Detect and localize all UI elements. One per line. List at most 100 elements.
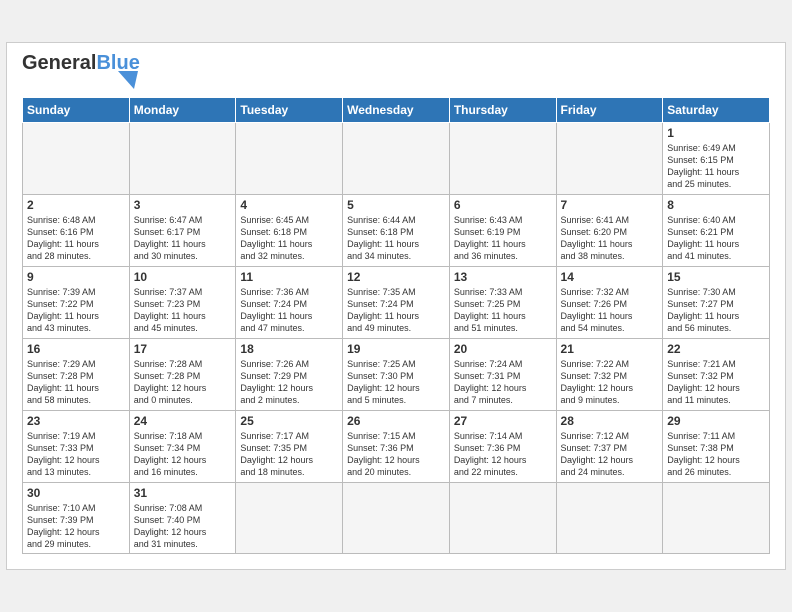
calendar-header-saturday: Saturday: [663, 97, 770, 122]
day-info: Sunrise: 7:36 AM Sunset: 7:24 PM Dayligh…: [240, 286, 338, 335]
day-info: Sunrise: 7:28 AM Sunset: 7:28 PM Dayligh…: [134, 358, 232, 407]
calendar-cell: 30Sunrise: 7:10 AM Sunset: 7:39 PM Dayli…: [23, 482, 130, 554]
day-info: Sunrise: 7:26 AM Sunset: 7:29 PM Dayligh…: [240, 358, 338, 407]
day-info: Sunrise: 6:45 AM Sunset: 6:18 PM Dayligh…: [240, 214, 338, 263]
calendar-cell: 5 Sunrise: 6:44 AM Sunset: 6:18 PM Daylig…: [343, 194, 450, 266]
day-number: 18: [240, 342, 338, 356]
logo-triangle: [118, 71, 138, 89]
day-number: 2: [27, 198, 125, 212]
calendar-cell: 22Sunrise: 7:21 AM Sunset: 7:32 PM Dayli…: [663, 338, 770, 410]
day-number: 6: [454, 198, 552, 212]
day-info: Sunrise: 7:37 AM Sunset: 7:23 PM Dayligh…: [134, 286, 232, 335]
calendar-cell: [556, 122, 663, 194]
calendar-cell: 2 Sunrise: 6:48 AM Sunset: 6:16 PM Daylig…: [23, 194, 130, 266]
day-info: Sunrise: 7:10 AM Sunset: 7:39 PM Dayligh…: [27, 502, 125, 551]
calendar-header-friday: Friday: [556, 97, 663, 122]
day-number: 15: [667, 270, 765, 284]
calendar-cell: 11 Sunrise: 7:36 AM Sunset: 7:24 PM Dayli…: [236, 266, 343, 338]
calendar-cell: [449, 122, 556, 194]
calendar-header-row: SundayMondayTuesdayWednesdayThursdayFrid…: [23, 97, 770, 122]
calendar-header-thursday: Thursday: [449, 97, 556, 122]
calendar-cell: [343, 482, 450, 554]
calendar-cell: [129, 122, 236, 194]
page: General Blue SundayMondayTuesdayWednesda…: [6, 42, 786, 571]
day-number: 9: [27, 270, 125, 284]
calendar-cell: 10 Sunrise: 7:37 AM Sunset: 7:23 PM Dayli…: [129, 266, 236, 338]
day-number: 24: [134, 414, 232, 428]
day-number: 5: [347, 198, 445, 212]
calendar-cell: 18 Sunrise: 7:26 AM Sunset: 7:29 PM Dayli…: [236, 338, 343, 410]
day-number: 26: [347, 414, 445, 428]
day-number: 25: [240, 414, 338, 428]
day-info: Sunrise: 6:44 AM Sunset: 6:18 PM Dayligh…: [347, 214, 445, 263]
day-info: Sunrise: 7:22 AM Sunset: 7:32 PM Dayligh…: [561, 358, 659, 407]
logo-text: General: [22, 53, 96, 73]
calendar-cell: 19Sunrise: 7:25 AM Sunset: 7:30 PM Dayli…: [343, 338, 450, 410]
calendar-week-row: 9 Sunrise: 7:39 AM Sunset: 7:22 PM Daylig…: [23, 266, 770, 338]
day-info: Sunrise: 6:43 AM Sunset: 6:19 PM Dayligh…: [454, 214, 552, 263]
calendar-cell: [663, 482, 770, 554]
day-number: 8: [667, 198, 765, 212]
calendar-week-row: 2 Sunrise: 6:48 AM Sunset: 6:16 PM Daylig…: [23, 194, 770, 266]
calendar: SundayMondayTuesdayWednesdayThursdayFrid…: [22, 97, 770, 555]
day-number: 28: [561, 414, 659, 428]
day-number: 13: [454, 270, 552, 284]
day-number: 31: [134, 486, 232, 500]
day-number: 29: [667, 414, 765, 428]
day-number: 17: [134, 342, 232, 356]
calendar-cell: [449, 482, 556, 554]
day-info: Sunrise: 7:39 AM Sunset: 7:22 PM Dayligh…: [27, 286, 125, 335]
day-number: 19: [347, 342, 445, 356]
day-number: 20: [454, 342, 552, 356]
calendar-week-row: 30Sunrise: 7:10 AM Sunset: 7:39 PM Dayli…: [23, 482, 770, 554]
calendar-header-sunday: Sunday: [23, 97, 130, 122]
calendar-cell: [556, 482, 663, 554]
calendar-header-monday: Monday: [129, 97, 236, 122]
day-number: 14: [561, 270, 659, 284]
day-info: Sunrise: 6:40 AM Sunset: 6:21 PM Dayligh…: [667, 214, 765, 263]
calendar-cell: 21 Sunrise: 7:22 AM Sunset: 7:32 PM Dayli…: [556, 338, 663, 410]
calendar-cell: 20Sunrise: 7:24 AM Sunset: 7:31 PM Dayli…: [449, 338, 556, 410]
day-info: Sunrise: 7:14 AM Sunset: 7:36 PM Dayligh…: [454, 430, 552, 479]
calendar-cell: 24Sunrise: 7:18 AM Sunset: 7:34 PM Dayli…: [129, 410, 236, 482]
day-info: Sunrise: 7:29 AM Sunset: 7:28 PM Dayligh…: [27, 358, 125, 407]
day-number: 21: [561, 342, 659, 356]
calendar-week-row: 1Sunrise: 6:49 AM Sunset: 6:15 PM Daylig…: [23, 122, 770, 194]
day-info: Sunrise: 6:49 AM Sunset: 6:15 PM Dayligh…: [667, 142, 765, 191]
calendar-cell: 14 Sunrise: 7:32 AM Sunset: 7:26 PM Dayli…: [556, 266, 663, 338]
day-number: 12: [347, 270, 445, 284]
day-number: 27: [454, 414, 552, 428]
calendar-cell: 29 Sunrise: 7:11 AM Sunset: 7:38 PM Dayli…: [663, 410, 770, 482]
calendar-week-row: 16 Sunrise: 7:29 AM Sunset: 7:28 PM Dayli…: [23, 338, 770, 410]
day-info: Sunrise: 7:33 AM Sunset: 7:25 PM Dayligh…: [454, 286, 552, 335]
day-info: Sunrise: 7:32 AM Sunset: 7:26 PM Dayligh…: [561, 286, 659, 335]
day-number: 22: [667, 342, 765, 356]
calendar-cell: 17 Sunrise: 7:28 AM Sunset: 7:28 PM Dayli…: [129, 338, 236, 410]
day-number: 11: [240, 270, 338, 284]
day-info: Sunrise: 6:47 AM Sunset: 6:17 PM Dayligh…: [134, 214, 232, 263]
logo-blue-text: Blue: [96, 53, 139, 73]
calendar-cell: 16 Sunrise: 7:29 AM Sunset: 7:28 PM Dayli…: [23, 338, 130, 410]
calendar-header-wednesday: Wednesday: [343, 97, 450, 122]
day-number: 7: [561, 198, 659, 212]
calendar-cell: 13 Sunrise: 7:33 AM Sunset: 7:25 PM Dayli…: [449, 266, 556, 338]
header: General Blue: [22, 53, 770, 89]
day-info: Sunrise: 7:30 AM Sunset: 7:27 PM Dayligh…: [667, 286, 765, 335]
day-number: 16: [27, 342, 125, 356]
day-info: Sunrise: 7:17 AM Sunset: 7:35 PM Dayligh…: [240, 430, 338, 479]
calendar-cell: 25 Sunrise: 7:17 AM Sunset: 7:35 PM Dayli…: [236, 410, 343, 482]
calendar-cell: 9 Sunrise: 7:39 AM Sunset: 7:22 PM Daylig…: [23, 266, 130, 338]
calendar-cell: 4Sunrise: 6:45 AM Sunset: 6:18 PM Daylig…: [236, 194, 343, 266]
calendar-cell: 12Sunrise: 7:35 AM Sunset: 7:24 PM Dayli…: [343, 266, 450, 338]
day-info: Sunrise: 7:11 AM Sunset: 7:38 PM Dayligh…: [667, 430, 765, 479]
logo: General Blue: [22, 53, 140, 89]
day-info: Sunrise: 7:19 AM Sunset: 7:33 PM Dayligh…: [27, 430, 125, 479]
day-info: Sunrise: 6:48 AM Sunset: 6:16 PM Dayligh…: [27, 214, 125, 263]
calendar-cell: [23, 122, 130, 194]
calendar-cell: 8 Sunrise: 6:40 AM Sunset: 6:21 PM Daylig…: [663, 194, 770, 266]
day-info: Sunrise: 7:12 AM Sunset: 7:37 PM Dayligh…: [561, 430, 659, 479]
day-info: Sunrise: 7:15 AM Sunset: 7:36 PM Dayligh…: [347, 430, 445, 479]
calendar-cell: 7Sunrise: 6:41 AM Sunset: 6:20 PM Daylig…: [556, 194, 663, 266]
calendar-cell: [236, 482, 343, 554]
day-number: 10: [134, 270, 232, 284]
